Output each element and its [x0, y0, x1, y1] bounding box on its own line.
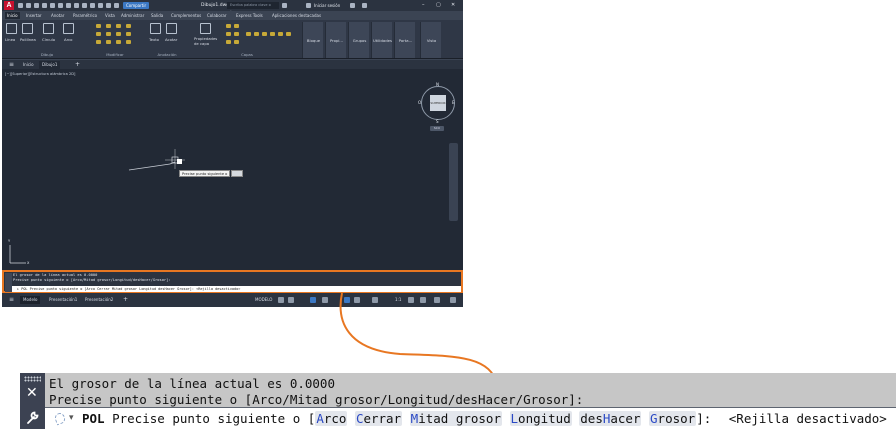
command-option[interactable]: Grosor — [649, 411, 697, 426]
grid-status-message: <Rejilla desactivado> — [728, 411, 887, 426]
command-option[interactable]: desHacer — [579, 411, 642, 426]
command-prompt-line: POL Precise punto siguiente o [Arco Cerr… — [82, 411, 887, 426]
command-option[interactable]: Longitud — [509, 411, 572, 426]
command-option[interactable]: Cerrar — [354, 411, 403, 426]
drag-grip-icon[interactable] — [24, 376, 41, 382]
command-line-zoom: ✕ El grosor de la línea actual es 0.0000… — [20, 373, 896, 429]
command-history: El grosor de la línea actual es 0.0000 P… — [45, 373, 896, 408]
callout-connector — [339, 292, 503, 391]
command-options: Arco Cerrar Mitad grosor Longitud desHac… — [315, 411, 697, 426]
prompt-end: ]: — [696, 411, 712, 426]
command-option[interactable]: Arco — [315, 411, 348, 426]
tutorial-figure: A Compartir Dibujo1.dwg Escriba palabra … — [0, 0, 896, 429]
recent-commands-dropdown-icon[interactable]: ▾ — [69, 413, 74, 423]
command-input[interactable]: ▾ POL Precise punto siguiente o [Arco Ce… — [45, 409, 896, 429]
close-icon[interactable]: ✕ — [26, 386, 38, 400]
command-option[interactable]: Mitad grosor — [409, 411, 502, 426]
history-line-1: El grosor de la línea actual es 0.0000 — [49, 376, 335, 391]
wrench-icon[interactable] — [25, 410, 40, 425]
history-line-2: Precise punto siguiente o [Arco/Mitad gr… — [49, 392, 584, 407]
prompt-text: Precise punto siguiente o [ — [112, 411, 316, 426]
command-name: POL — [82, 411, 105, 426]
command-prompt-icon — [53, 411, 67, 426]
command-line-toolbar: ✕ — [20, 373, 45, 429]
